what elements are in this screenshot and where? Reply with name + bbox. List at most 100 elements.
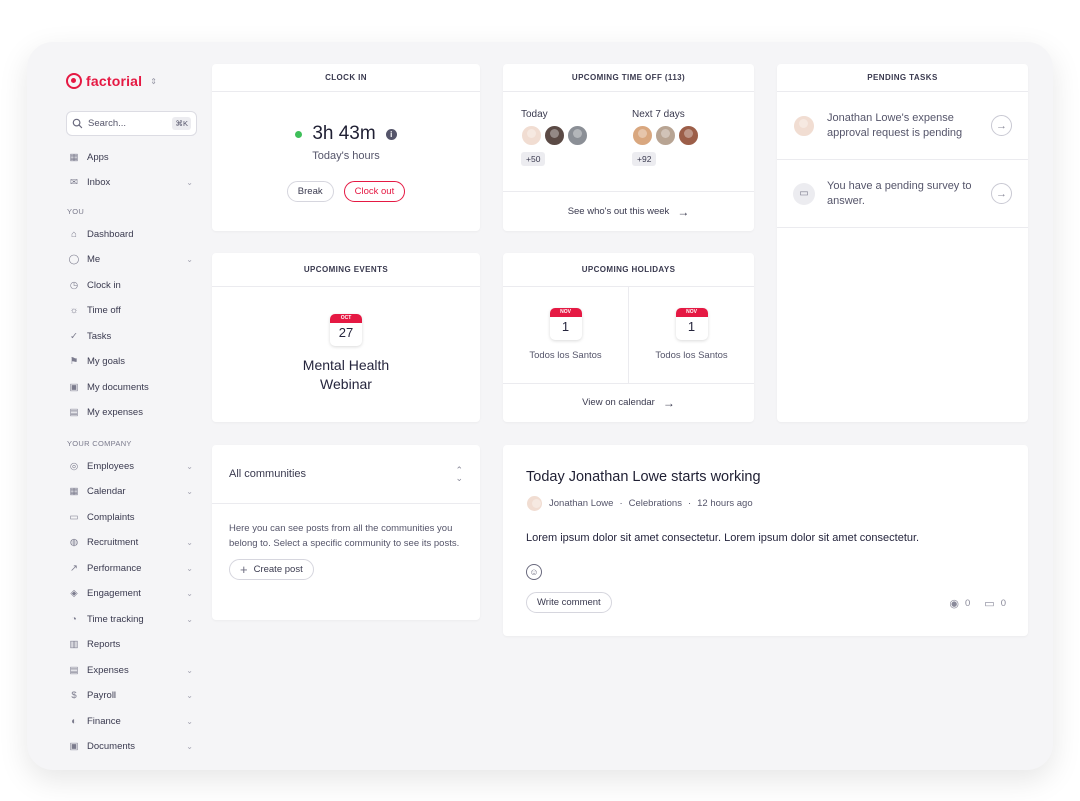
- sidebar-item-dashboard[interactable]: ⌂ Dashboard: [67, 224, 193, 244]
- chevron-down-icon[interactable]: ⌄: [186, 742, 193, 751]
- pending-tasks-card: PENDING TASKS Jonathan Lowe's expense ap…: [777, 64, 1028, 422]
- sidebar-item-my-expenses[interactable]: ▤ My expenses: [67, 403, 193, 423]
- avatar[interactable]: [632, 125, 653, 146]
- sidebar-item-reports[interactable]: ▥ Reports: [67, 635, 193, 655]
- eye-icon: ◉: [949, 598, 959, 610]
- sidebar-item-engagement[interactable]: ◈ Engagement ⌄: [67, 584, 193, 604]
- sidebar-item-payroll[interactable]: $ Payroll ⌄: [67, 686, 193, 706]
- section-label: YOU: [67, 207, 85, 216]
- holiday-item[interactable]: NOV 1 Todos los Santos: [629, 287, 754, 383]
- home-icon: ⌂: [71, 228, 77, 240]
- company-switcher[interactable]: factorial ⇕: [66, 73, 157, 89]
- sidebar-item-label: Finance: [87, 715, 121, 727]
- clock-icon: ◷: [69, 279, 79, 291]
- sidebar-item-label: Apps: [87, 151, 109, 163]
- calendar-icon: ▦: [69, 486, 79, 497]
- sidebar-item-label: My documents: [87, 381, 149, 393]
- chevron-down-icon[interactable]: ⌄: [186, 717, 193, 726]
- post-author[interactable]: Jonathan Lowe: [549, 498, 613, 509]
- sidebar-item-me[interactable]: ◯ Me ⌄: [67, 250, 193, 270]
- sidebar-item-finance[interactable]: ◐ Finance ⌄: [67, 711, 193, 731]
- arrow-right-icon[interactable]: →: [991, 183, 1012, 204]
- chevron-down-icon[interactable]: ⌄: [186, 538, 193, 547]
- stopwatch-icon: ◔: [71, 613, 77, 625]
- section-label: YOUR COMPANY: [67, 439, 132, 448]
- sidebar-item-label: My goals: [87, 356, 126, 367]
- community-selector-label: All communities: [229, 468, 307, 480]
- sidebar-item-time-off[interactable]: ☼ Time off: [67, 301, 193, 321]
- sidebar-item-expenses[interactable]: ▤ Expenses ⌄: [67, 660, 194, 680]
- chevron-down-icon[interactable]: ⌄: [186, 666, 193, 675]
- avatar[interactable]: [655, 125, 676, 146]
- sidebar-item-label: Expenses: [87, 664, 129, 676]
- next-more-count[interactable]: +92: [632, 152, 657, 166]
- search-shortcut: ⌘K: [172, 117, 191, 130]
- arrow-right-icon[interactable]: →: [991, 115, 1012, 136]
- chevron-down-icon[interactable]: ⌄: [186, 691, 193, 700]
- avatar[interactable]: [521, 125, 542, 146]
- money-icon: $: [71, 690, 77, 701]
- sidebar-item-apps[interactable]: ▦ Apps: [67, 147, 193, 167]
- sidebar-item-label: Documents: [87, 741, 136, 752]
- sidebar-item-recruitment[interactable]: ◍ Recruitment ⌄: [67, 533, 193, 553]
- app-window: factorial ⇕ Search... ⌘K ▦ Apps ✉ Inbox ⌄ YOU…: [27, 42, 1053, 770]
- sidebar-item-my-documents[interactable]: ▣ My documents: [67, 377, 193, 397]
- today-more-count[interactable]: +50: [521, 152, 546, 166]
- sidebar-item-my-goals[interactable]: ⚑ My goals: [67, 352, 193, 372]
- clock-subtitle: Today's hours: [312, 150, 380, 162]
- sidebar-item-calendar[interactable]: ▦ Calendar ⌄: [67, 482, 194, 502]
- avatar[interactable]: [526, 495, 543, 512]
- chevron-down-icon[interactable]: ⌄: [186, 615, 193, 624]
- chart-icon: ↗: [70, 562, 78, 574]
- create-post-button[interactable]: + Create post: [229, 559, 314, 580]
- post-title[interactable]: Today Jonathan Lowe starts working: [526, 469, 761, 485]
- folder-icon: ▣: [69, 381, 79, 393]
- sidebar-item-label: Tasks: [87, 330, 112, 342]
- task-item[interactable]: Jonathan Lowe's expense approval request…: [777, 92, 1028, 160]
- sidebar-item-label: My expenses: [87, 407, 143, 418]
- views-count: 0: [965, 598, 971, 609]
- folder-icon: ▣: [69, 741, 79, 752]
- plus-icon: +: [240, 562, 248, 577]
- see-who-out-link[interactable]: See who's out this week →: [503, 191, 754, 231]
- write-comment-button[interactable]: Write comment: [526, 592, 612, 613]
- sidebar-item-clock-in[interactable]: ◷ Clock in: [67, 275, 193, 295]
- chevron-down-icon[interactable]: ⌄: [186, 178, 193, 187]
- avatar[interactable]: [678, 125, 699, 146]
- view-calendar-link[interactable]: View on calendar →: [503, 383, 754, 421]
- sidebar-item-complaints[interactable]: ▭ Complaints: [67, 507, 193, 527]
- chevron-down-icon[interactable]: ⌄: [186, 255, 193, 264]
- info-icon[interactable]: i: [385, 128, 397, 140]
- sidebar-item-time-tracking[interactable]: ◔ Time tracking ⌄: [67, 609, 193, 629]
- create-post-label: Create post: [253, 564, 303, 575]
- people-icon: ◎: [69, 460, 79, 472]
- add-reaction-icon[interactable]: ☺: [526, 564, 542, 580]
- chevron-updown-icon: ⌃ ⌄: [455, 465, 463, 483]
- comments-count: 0: [1000, 598, 1006, 609]
- chevron-down-icon[interactable]: ⌄: [186, 589, 193, 598]
- sidebar-item-tasks[interactable]: ✓ Tasks: [67, 326, 193, 346]
- chevron-down-icon[interactable]: ⌄: [186, 564, 193, 573]
- today-avatars: [521, 125, 588, 146]
- sidebar-item-label: Dashboard: [87, 228, 134, 240]
- sidebar-item-inbox[interactable]: ✉ Inbox ⌄: [67, 173, 193, 193]
- holiday-item[interactable]: NOV 1 Todos los Santos: [503, 287, 629, 383]
- break-button[interactable]: Break: [286, 181, 334, 202]
- inbox-icon: ✉: [70, 177, 78, 188]
- avatar[interactable]: [567, 125, 588, 146]
- sidebar-item-documents[interactable]: ▣ Documents ⌄: [67, 737, 194, 757]
- chevron-down-icon[interactable]: ⌄: [186, 487, 193, 496]
- holiday-month: NOV: [675, 308, 708, 317]
- sidebar-item-performance[interactable]: ↗ Performance ⌄: [67, 558, 193, 578]
- event-name[interactable]: Mental Health Webinar: [291, 356, 401, 394]
- task-item[interactable]: ▭ You have a pending survey to answer. →: [777, 160, 1028, 228]
- search-placeholder: Search...: [88, 118, 127, 129]
- sidebar-item-employees[interactable]: ◎ Employees ⌄: [67, 456, 193, 476]
- chevron-down-icon[interactable]: ⌄: [186, 462, 193, 471]
- search-input[interactable]: Search... ⌘K: [66, 111, 197, 136]
- avatar[interactable]: [544, 125, 565, 146]
- post-category[interactable]: Celebrations: [629, 498, 682, 509]
- clock-out-button[interactable]: Clock out: [343, 181, 406, 202]
- community-selector[interactable]: All communities ⌃ ⌄: [212, 445, 480, 504]
- survey-icon: ▭: [793, 182, 815, 205]
